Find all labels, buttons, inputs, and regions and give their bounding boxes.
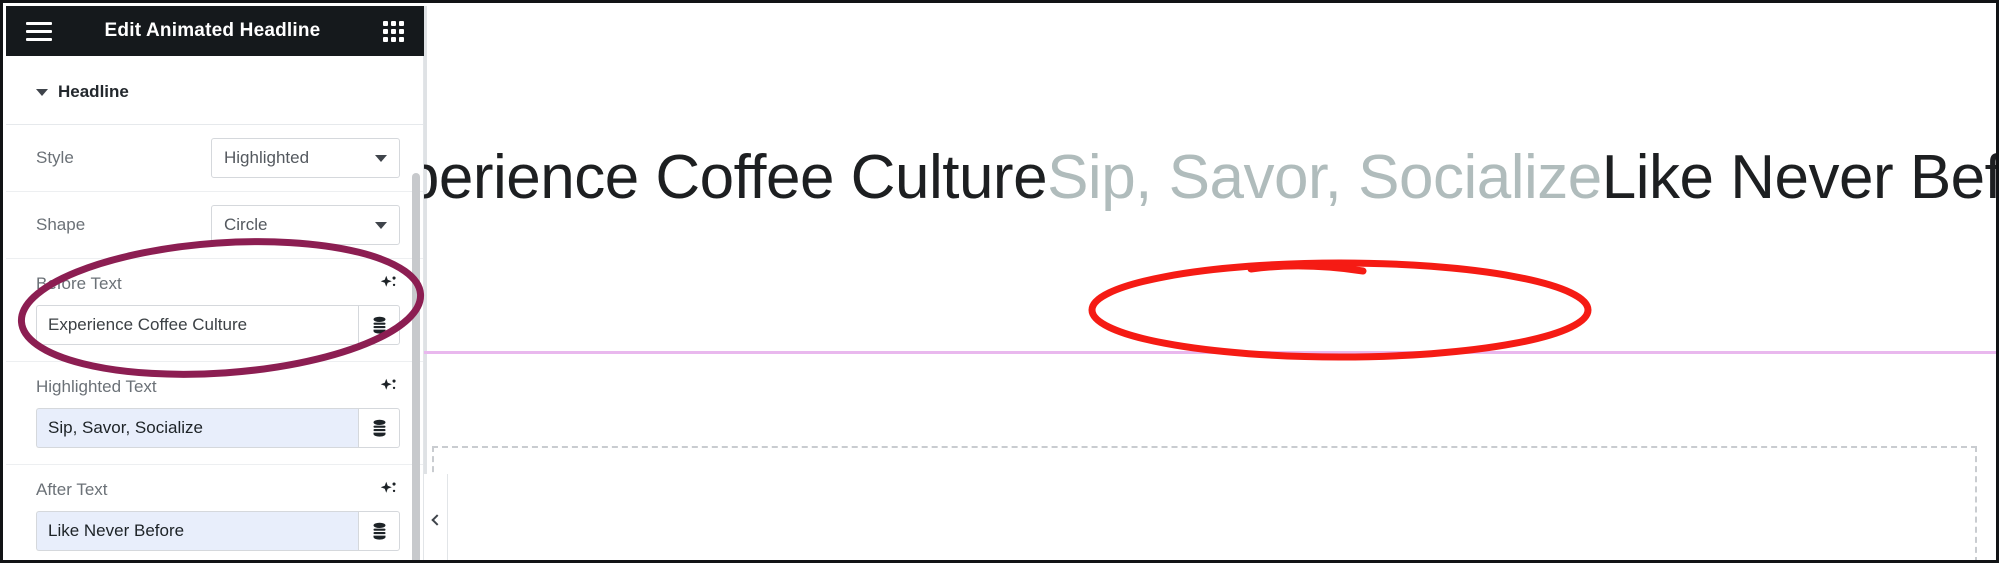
database-dynamic-tags-icon[interactable] [358,511,400,551]
highlighted-text-input[interactable] [36,408,358,448]
headline-before-text: Experience Coffee Culture [424,143,1048,213]
chevron-down-icon [375,222,387,229]
field-block-highlighted-text: Highlighted Text [6,362,424,465]
section-headline-header[interactable]: Headline [6,56,424,125]
field-label-highlighted-text: Highlighted Text [36,377,157,396]
caret-down-icon [36,88,48,96]
shape-select[interactable]: Circle [211,205,400,245]
before-text-input[interactable] [36,305,358,345]
panel-collapse-handle[interactable] [424,474,448,560]
style-select[interactable]: Highlighted [211,138,400,178]
sparkle-ai-icon[interactable] [378,273,400,295]
headline-after-text: Like Never Before [1601,143,1999,213]
panel-scrollbar-thumb[interactable] [412,173,420,560]
sparkle-ai-icon[interactable] [378,376,400,398]
field-input-wrap-after-text [36,511,400,551]
preview-canvas: Experience Coffee CultureSip, Savor, Soc… [424,6,1999,560]
empty-section-dropzone[interactable] [432,446,1977,560]
editor-panel-sidebar: Edit Animated Headline Headline Style Hi… [6,6,424,560]
field-head-highlighted-text: Highlighted Text [36,376,400,398]
panel-header: Edit Animated Headline [6,6,424,56]
field-block-after-text: After Text [6,465,424,560]
chevron-left-icon [431,514,443,526]
elementor-editor-window: Edit Animated Headline Headline Style Hi… [0,0,1999,563]
control-row-shape: Shape Circle [6,192,424,259]
field-input-wrap-highlighted-text [36,408,400,448]
chevron-down-icon [375,155,387,162]
headline-highlighted-text: Sip, Savor, Socialize [1047,143,1602,213]
after-text-input[interactable] [36,511,358,551]
field-head-before-text: Before Text [36,273,400,295]
sparkle-ai-icon[interactable] [378,479,400,501]
control-label-style: Style [36,148,74,167]
panel-scroll-area: Headline Style Highlighted Shape Circle [6,56,424,560]
field-label-after-text: After Text [36,480,108,499]
headline-widget-section[interactable]: Experience Coffee CultureSip, Savor, Soc… [424,6,1999,351]
section-separator-line [424,351,1996,354]
panel-title: Edit Animated Headline [104,20,321,41]
field-label-before-text: Before Text [36,274,122,293]
control-row-style: Style Highlighted [6,125,424,192]
style-select-value: Highlighted [224,148,310,167]
panel-body: Headline Style Highlighted Shape Circle [6,56,424,560]
database-dynamic-tags-icon[interactable] [358,305,400,345]
section-headline-label: Headline [58,82,129,101]
animated-headline-text: Experience Coffee CultureSip, Savor, Soc… [424,143,1999,213]
database-dynamic-tags-icon[interactable] [358,408,400,448]
grid-apps-icon[interactable] [383,20,404,42]
field-block-before-text: Before Text [6,259,424,362]
field-head-after-text: After Text [36,479,400,501]
field-input-wrap-before-text [36,305,400,345]
shape-select-value: Circle [224,215,268,234]
control-label-shape: Shape [36,215,86,234]
